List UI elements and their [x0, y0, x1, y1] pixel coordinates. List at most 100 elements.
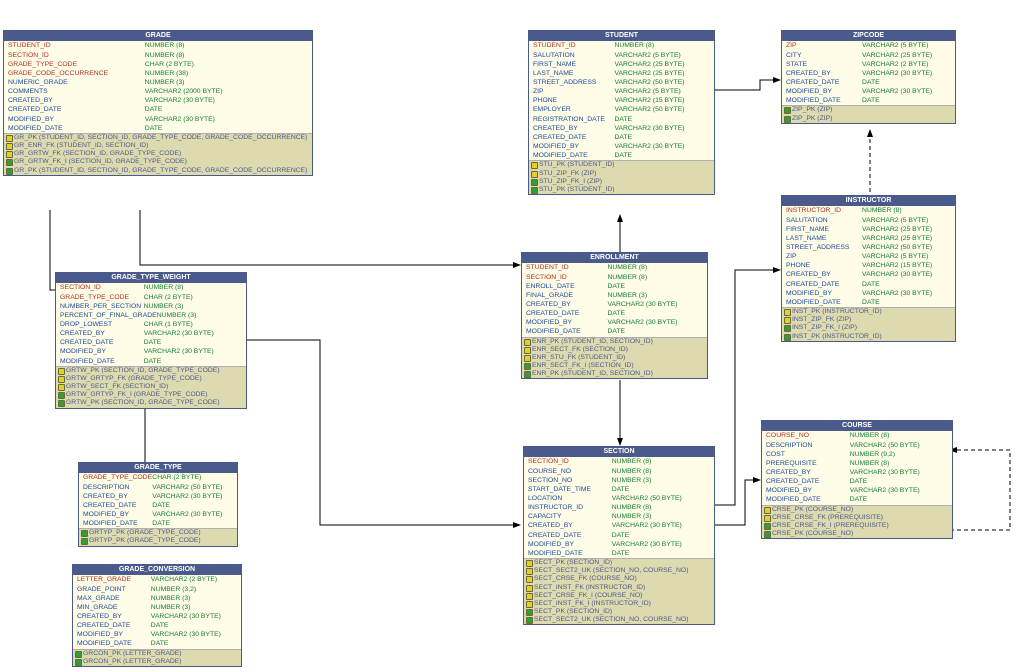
column: CREATED_DATEDATE	[79, 501, 237, 510]
column: ENROLL_DATEDATE	[522, 282, 707, 291]
column: COMMENTSVARCHAR2 (2000 BYTE)	[4, 87, 312, 96]
entity-title: ENROLLMENT	[522, 253, 707, 263]
index: GR_PK (STUDENT_ID, SECTION_ID, GRADE_TYP…	[4, 134, 312, 142]
entity-gtw[interactable]: GRADE_TYPE_WEIGHTSECTION_IDNUMBER (8)GRA…	[55, 272, 247, 409]
column: MODIFIED_BYVARCHAR2 (30 BYTE)	[56, 347, 246, 356]
column: MODIFIED_BYVARCHAR2 (30 BYTE)	[782, 87, 955, 96]
entity-enrollment[interactable]: ENROLLMENTSTUDENT_IDNUMBER (8)SECTION_ID…	[521, 252, 708, 379]
column: MODIFIED_DATEDATE	[522, 327, 707, 336]
index: CRSE_CRSE_FK_I (PREREQUISITE)	[762, 522, 952, 530]
column: INSTRUCTOR_IDNUMBER (8)	[782, 206, 955, 215]
column: MODIFIED_BYVARCHAR2 (30 BYTE)	[4, 115, 312, 124]
index: ZIP_PK (ZIP)	[782, 115, 955, 123]
index: INST_PK (INSTRUCTOR_ID)	[782, 308, 955, 316]
column: MIN_GRADENUMBER (3)	[73, 603, 241, 612]
entity-title: GRADE_CONVERSION	[73, 565, 241, 575]
column: SECTION_IDNUMBER (8)	[524, 457, 714, 466]
column: SECTION_IDNUMBER (8)	[56, 283, 246, 292]
entity-title: GRADE_TYPE	[79, 463, 237, 473]
column: NUMERIC_GRADENUMBER (3)	[4, 78, 312, 87]
column: CREATED_DATEDATE	[73, 621, 241, 630]
column: SECTION_NONUMBER (3)	[524, 476, 714, 485]
column: LOCATIONVARCHAR2 (50 BYTE)	[524, 494, 714, 503]
column: CREATED_DATEDATE	[782, 280, 955, 289]
column: COURSE_NONUMBER (8)	[762, 431, 952, 440]
entity-grade-conversion[interactable]: GRADE_CONVERSIONLETTER_GRADEVARCHAR2 (2 …	[72, 564, 242, 667]
column: EMPLOYERVARCHAR2 (50 BYTE)	[529, 105, 714, 114]
index: SECT_INST_FK_I (INSTRUCTOR_ID)	[524, 600, 714, 608]
column: MODIFIED_BYVARCHAR2 (30 BYTE)	[73, 630, 241, 639]
column: MAX_GRADENUMBER (3)	[73, 594, 241, 603]
column: CREATED_DATEDATE	[524, 531, 714, 540]
column: CREATED_BYVARCHAR2 (30 BYTE)	[762, 468, 952, 477]
index: GRTW_SECT_FK (SECTION_ID)	[56, 383, 246, 391]
column: CREATED_BYVARCHAR2 (30 BYTE)	[529, 124, 714, 133]
entity-title: ZIPCODE	[782, 31, 955, 41]
index: GRTW_GRTYP_FK (GRADE_TYPE_CODE)	[56, 375, 246, 383]
entity-grade-type[interactable]: GRADE_TYPEGRADE_TYPE_CODECHAR (2 BYTE)DE…	[78, 462, 238, 547]
index: GRTW_GRTYP_FK_I (GRADE_TYPE_CODE)	[56, 391, 246, 399]
column: LAST_NAMEVARCHAR2 (25 BYTE)	[529, 69, 714, 78]
entity-title: STUDENT	[529, 31, 714, 41]
index: GRTYP_PK (GRADE_TYPE_CODE)	[79, 537, 237, 545]
column: SALUTATIONVARCHAR2 (5 BYTE)	[529, 51, 714, 60]
column: MODIFIED_DATEDATE	[529, 151, 714, 160]
column: STATEVARCHAR2 (2 BYTE)	[782, 60, 955, 69]
column: MODIFIED_BYVARCHAR2 (30 BYTE)	[529, 142, 714, 151]
column: MODIFIED_BYVARCHAR2 (30 BYTE)	[79, 510, 237, 519]
column: CREATED_BYVARCHAR2 (30 BYTE)	[782, 69, 955, 78]
index: ENR_PK (STUDENT_ID, SECTION_ID)	[522, 338, 707, 346]
column: SALUTATIONVARCHAR2 (5 BYTE)	[782, 216, 955, 225]
index: STU_PK (STUDENT_ID)	[529, 161, 714, 169]
entity-title: GRADE	[4, 31, 312, 41]
entity-zipcode[interactable]: ZIPCODEZIPVARCHAR2 (5 BYTE)CITYVARCHAR2 …	[781, 30, 956, 124]
column: CREATED_DATEDATE	[529, 133, 714, 142]
index: CRSE_CRSE_FK (PREREQUISITE)	[762, 514, 952, 522]
column: CREATED_BYVARCHAR2 (30 BYTE)	[79, 492, 237, 501]
index: GR_GRTW_FK (SECTION_ID, GRADE_TYPE_CODE)	[4, 150, 312, 158]
column: SECTION_IDNUMBER (8)	[4, 51, 312, 60]
column: MODIFIED_BYVARCHAR2 (30 BYTE)	[782, 289, 955, 298]
index: CRSE_PK (COURSE_NO)	[762, 506, 952, 514]
column: COSTNUMBER (9,2)	[762, 450, 952, 459]
entity-course[interactable]: COURSECOURSE_NONUMBER (8)DESCRIPTIONVARC…	[761, 420, 953, 539]
entity-grade[interactable]: GRADESTUDENT_IDNUMBER (8)SECTION_IDNUMBE…	[3, 30, 313, 176]
entity-title: GRADE_TYPE_WEIGHT	[56, 273, 246, 283]
index: GRTW_PK (SECTION_ID, GRADE_TYPE_CODE)	[56, 367, 246, 375]
column: ZIPVARCHAR2 (5 BYTE)	[782, 41, 955, 50]
column: CREATED_DATEDATE	[522, 309, 707, 318]
entity-student[interactable]: STUDENTSTUDENT_IDNUMBER (8)SALUTATIONVAR…	[528, 30, 715, 195]
column: STREET_ADDRESSVARCHAR2 (50 BYTE)	[782, 243, 955, 252]
index: ENR_PK (STUDENT_ID, SECTION_ID)	[522, 370, 707, 378]
column: PHONEVARCHAR2 (15 BYTE)	[782, 261, 955, 270]
column: PHONEVARCHAR2 (15 BYTE)	[529, 96, 714, 105]
entity-section[interactable]: SECTIONSECTION_IDNUMBER (8)COURSE_NONUMB…	[523, 446, 715, 625]
index: SECT_CRSE_FK_I (COURSE_NO)	[524, 592, 714, 600]
index: INST_ZIP_FK (ZIP)	[782, 316, 955, 324]
column: CREATED_DATEDATE	[56, 338, 246, 347]
column: DESCRIPTIONVARCHAR2 (50 BYTE)	[79, 483, 237, 492]
column: REGISTRATION_DATEDATE	[529, 115, 714, 124]
index: INST_PK (INSTRUCTOR_ID)	[782, 333, 955, 341]
index: ENR_SECT_FK (SECTION_ID)	[522, 346, 707, 354]
column: NUMBER_PER_SECTIONNUMBER (3)	[56, 302, 246, 311]
column: CAPACITYNUMBER (3)	[524, 512, 714, 521]
column: CITYVARCHAR2 (25 BYTE)	[782, 51, 955, 60]
index: ENR_STU_FK (STUDENT_ID)	[522, 354, 707, 362]
column: STREET_ADDRESSVARCHAR2 (50 BYTE)	[529, 78, 714, 87]
column: CREATED_BYVARCHAR2 (30 BYTE)	[4, 96, 312, 105]
column: LETTER_GRADEVARCHAR2 (2 BYTE)	[73, 575, 241, 584]
index: STU_PK (STUDENT_ID)	[529, 186, 714, 194]
column: LAST_NAMEVARCHAR2 (25 BYTE)	[782, 234, 955, 243]
column: GRADE_TYPE_CODECHAR (2 BYTE)	[79, 473, 237, 482]
column: FINAL_GRADENUMBER (3)	[522, 291, 707, 300]
column: CREATED_BYVARCHAR2 (30 BYTE)	[524, 521, 714, 530]
index: ZIP_PK (ZIP)	[782, 106, 955, 114]
column: PERCENT_OF_FINAL_GRADENUMBER (3)	[56, 311, 246, 320]
entity-instructor[interactable]: INSTRUCTORINSTRUCTOR_IDNUMBER (8)SALUTAT…	[781, 195, 956, 342]
index: GR_GRTW_FK_I (SECTION_ID, GRADE_TYPE_COD…	[4, 158, 312, 166]
index: STU_ZIP_FK_I (ZIP)	[529, 178, 714, 186]
column: FIRST_NAMEVARCHAR2 (25 BYTE)	[529, 60, 714, 69]
column: DROP_LOWESTCHAR (1 BYTE)	[56, 320, 246, 329]
column: MODIFIED_DATEDATE	[782, 298, 955, 307]
